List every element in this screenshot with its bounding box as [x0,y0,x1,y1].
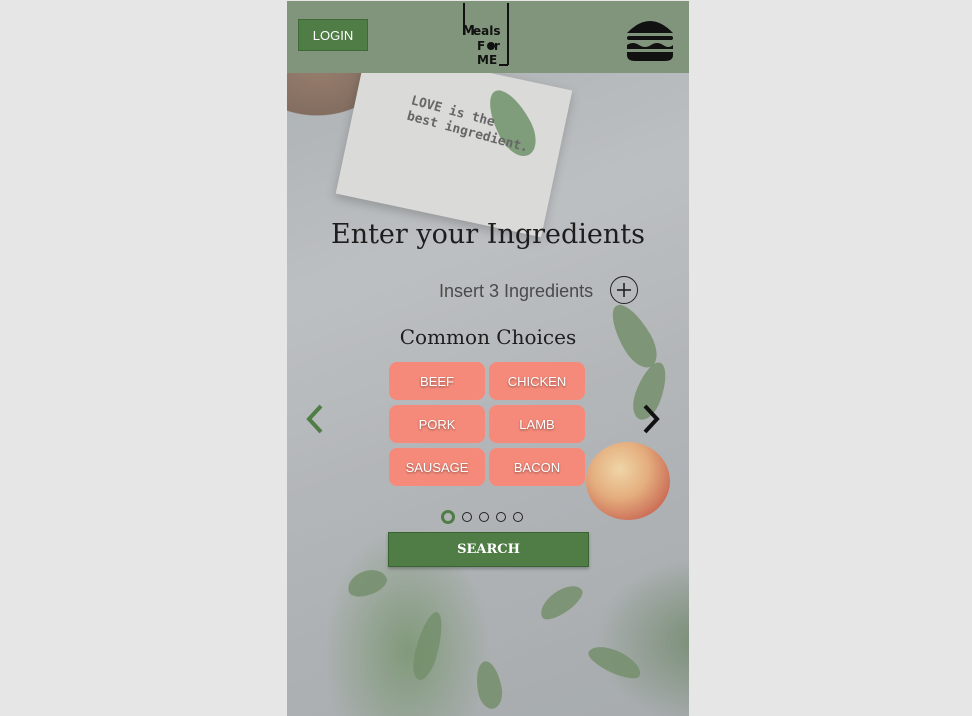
carousel-dot-5[interactable] [513,512,523,522]
svg-text:F: F [477,39,485,53]
chevron-right-icon [643,404,660,434]
carousel-prev-button[interactable] [303,403,327,435]
hamburger-menu-icon[interactable] [625,15,675,63]
background-overlay [287,1,689,716]
choice-chip-bacon[interactable]: BACON [489,448,585,486]
choice-chip-lamb[interactable]: LAMB [489,405,585,443]
carousel-dot-2[interactable] [462,512,472,522]
carousel-dot-4[interactable] [496,512,506,522]
ingredient-input[interactable] [433,277,615,305]
login-button[interactable]: LOGIN [298,19,368,51]
ingredient-choices-grid: BEEF CHICKEN PORK LAMB SAUSAGE BACON [389,362,587,486]
chevron-left-icon [306,404,323,434]
choice-chip-beef[interactable]: BEEF [389,362,485,400]
choice-chip-chicken[interactable]: CHICKEN [489,362,585,400]
svg-text:E: E [489,53,497,67]
meals-for-me-logo: M eals F r M E [462,3,509,67]
plus-circle-icon [617,283,631,297]
svg-text:r: r [494,39,500,53]
choice-chip-sausage[interactable]: SAUSAGE [389,448,485,486]
top-navigation-bar: LOGIN M eals F r M E [287,1,689,73]
page-title: Enter your Ingredients [330,219,646,250]
carousel-next-button[interactable] [639,403,663,435]
common-choices-heading: Common Choices [399,325,577,349]
svg-text:M: M [477,53,489,67]
choice-chip-pork[interactable]: PORK [389,405,485,443]
svg-text:eals: eals [473,24,501,38]
carousel-pagination [441,510,523,524]
carousel-dot-1[interactable] [441,510,455,524]
search-button[interactable]: SEARCH [388,532,589,567]
app-screen: LOVE is the best ingredient. LOGIN M eal… [287,1,689,716]
carousel-dot-3[interactable] [479,512,489,522]
add-ingredient-button[interactable] [610,276,638,304]
